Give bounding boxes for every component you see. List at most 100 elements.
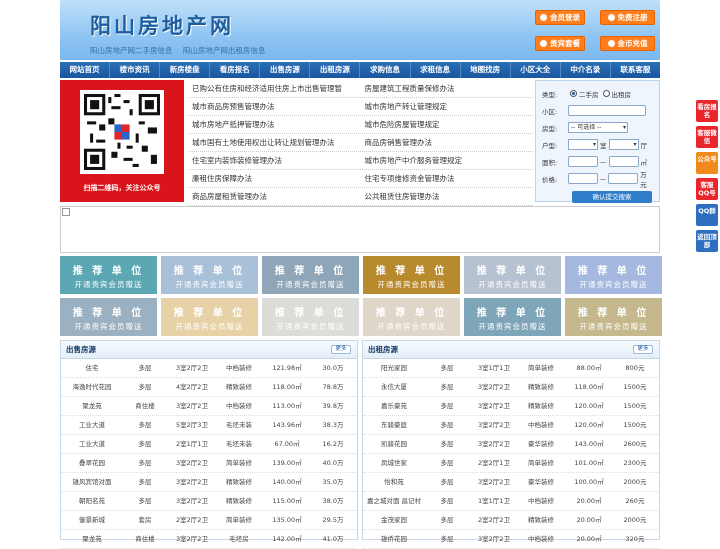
policy-link[interactable]: 城市房地产转让管理规定 xyxy=(361,98,534,115)
listing-row[interactable]: 朝阳名苑 多层 3室2厅2卫 精致装修 115.00㎡ 38.0万 xyxy=(61,492,357,511)
listing-cell[interactable]: 雄风宾馆对面 xyxy=(61,473,123,491)
recommended-unit-slot[interactable]: 推 荐 单 位开通贵宾会员赠送 xyxy=(60,298,157,336)
policy-link[interactable]: 已购公有住房和经济适用住房上市出售管理暂 xyxy=(188,80,361,97)
listing-row[interactable]: 凤城世家 多层 2室2厅1卫 简单装修 101.00㎡ 2300元 xyxy=(363,454,659,473)
member-login-button[interactable]: 会员登录 xyxy=(535,10,585,25)
price-max-input[interactable] xyxy=(608,173,639,184)
listing-cell[interactable]: 工业大道 xyxy=(61,416,123,434)
listing-cell[interactable]: 工业大道 xyxy=(61,435,123,453)
listing-row[interactable]: 御景新城 套房 2室2厅2卫 简单装修 135.00㎡ 29.5万 xyxy=(61,511,357,530)
listing-row[interactable]: 永信大厦 多层 3室2厅2卫 精致装修 118.00㎡ 1500元 xyxy=(363,378,659,397)
policy-link[interactable]: 房屋建筑工程质量保修办法 xyxy=(361,80,534,97)
listing-cell[interactable]: 凯骏花园 xyxy=(363,435,425,453)
listing-cell[interactable]: 聚龙苑 xyxy=(61,530,123,548)
search-submit-button[interactable]: 确认提交搜索 xyxy=(572,191,652,203)
rent-radio[interactable] xyxy=(602,90,610,97)
policy-link[interactable]: 城市房地产中介服务管理规定 xyxy=(361,152,534,169)
price-min-input[interactable] xyxy=(567,173,598,184)
area-min-input[interactable] xyxy=(568,156,598,167)
policy-link[interactable]: 住宅室内装饰装修管理办法 xyxy=(188,152,361,169)
nav-item[interactable]: 出租房源 xyxy=(310,62,361,78)
listing-row[interactable]: 阳光家园 多层 3室1厅1卫 简单装修 88.00㎡ 800元 xyxy=(363,359,659,378)
listing-row[interactable]: 雄风宾馆对面 多层 3室2厅2卫 精致装修 140.00㎡ 35.0万 xyxy=(61,473,357,492)
coin-recharge-button[interactable]: 金币充值 xyxy=(600,36,655,51)
vip-package-button[interactable]: 贵宾套餐 xyxy=(535,36,585,51)
listing-cell[interactable]: 雄侨花园 xyxy=(363,530,425,548)
nav-item[interactable]: 地图找房 xyxy=(461,62,511,78)
listing-cell[interactable]: 叠翠花园 xyxy=(61,454,123,472)
policy-link[interactable]: 城市商品房预售管理办法 xyxy=(188,98,361,115)
listing-cell[interactable]: 东骏豪庭 xyxy=(363,416,425,434)
listing-cell[interactable]: 聚龙苑 xyxy=(61,397,123,415)
listing-row[interactable]: 嘉之城对面 昌记村 多层 1室1厅1卫 中档装修 20.00㎡ 260元 xyxy=(363,492,659,511)
recommended-unit-slot[interactable]: 推 荐 单 位开通贵宾会员赠送 xyxy=(565,256,662,294)
listing-row[interactable]: 怡和苑 多层 3室2厅2卫 豪华装修 100.00㎡ 2000元 xyxy=(363,473,659,492)
side-float-button[interactable]: 返回顶部 xyxy=(696,230,718,252)
listing-row[interactable]: 工业大道 多层 2室1厅1卫 毛坯未装 67.00㎡ 16.2万 xyxy=(61,435,357,454)
listing-cell[interactable]: 金茂家园 xyxy=(363,511,425,529)
area-max-input[interactable] xyxy=(608,156,639,167)
nav-item[interactable]: 小区大全 xyxy=(511,62,561,78)
recommended-unit-slot[interactable]: 推 荐 单 位开通贵宾会员赠送 xyxy=(60,256,157,294)
nav-item[interactable]: 看房报名 xyxy=(210,62,261,78)
listing-cell[interactable]: 住宅 xyxy=(61,359,123,377)
listing-cell[interactable]: 海逸时代花园 xyxy=(61,378,123,396)
listing-cell[interactable]: 嘉之城对面 昌记村 xyxy=(363,492,425,510)
recommended-unit-slot[interactable]: 推 荐 单 位开通贵宾会员赠送 xyxy=(161,298,258,336)
nav-item[interactable]: 联系客服 xyxy=(611,62,660,78)
listing-cell[interactable]: 永信大厦 xyxy=(363,378,425,396)
house-type-select[interactable]: -- 可选择 -- xyxy=(568,122,628,133)
nav-item[interactable]: 新房楼盘 xyxy=(160,62,211,78)
listing-cell[interactable]: 凤城世家 xyxy=(363,454,425,472)
side-float-button[interactable]: 客服微信 xyxy=(696,126,718,148)
hall-select[interactable] xyxy=(608,139,639,150)
recommended-unit-slot[interactable]: 推 荐 单 位开通贵宾会员赠送 xyxy=(363,256,460,294)
recommended-unit-slot[interactable]: 推 荐 单 位开通贵宾会员赠送 xyxy=(161,256,258,294)
listing-row[interactable]: 工业大道 多层 5室2厅3卫 毛坯未装 143.96㎡ 38.3万 xyxy=(61,416,357,435)
policy-link[interactable]: 公共租赁住房管理办法 xyxy=(361,188,534,205)
recommended-unit-slot[interactable]: 推 荐 单 位开通贵宾会员赠送 xyxy=(363,298,460,336)
listing-row[interactable]: 东骏豪庭 多层 3室2厅2卫 中档装修 120.00㎡ 1500元 xyxy=(363,416,659,435)
recommended-unit-slot[interactable]: 推 荐 单 位开通贵宾会员赠送 xyxy=(262,298,359,336)
policy-link[interactable]: 城市国有土地使用权出让转让规划管理办法 xyxy=(188,134,361,151)
policy-link[interactable]: 城市危险房屋管理规定 xyxy=(361,116,534,133)
listing-row[interactable]: 金茂家园 多层 2室2厅2卫 精致装修 20.00㎡ 2000元 xyxy=(363,511,659,530)
listing-row[interactable]: 嘉乐豪苑 多层 3室2厅2卫 精致装修 120.00㎡ 1500元 xyxy=(363,397,659,416)
listing-cell[interactable]: 阳光家园 xyxy=(363,359,425,377)
side-float-button[interactable]: 客服QQ号 xyxy=(696,178,718,200)
sale-info-link[interactable]: 阳山房地产网二手房信息 xyxy=(90,46,173,55)
listing-row[interactable]: 凯骏花园 多层 3室2厅2卫 豪华装修 143.00㎡ 2600元 xyxy=(363,435,659,454)
rent-more-button[interactable]: 更多 xyxy=(633,345,653,354)
listing-cell[interactable]: 嘉乐豪苑 xyxy=(363,397,425,415)
nav-item[interactable]: 求购信息 xyxy=(360,62,411,78)
recommended-unit-slot[interactable]: 推 荐 单 位开通贵宾会员赠送 xyxy=(262,256,359,294)
site-logo[interactable]: 阳山房地产网 xyxy=(90,10,234,40)
sale-more-button[interactable]: 更多 xyxy=(331,345,351,354)
listing-cell[interactable]: 御景新城 xyxy=(61,511,123,529)
policy-link[interactable]: 商品房销售管理办法 xyxy=(361,134,534,151)
listing-row[interactable]: 住宅 多层 3室2厅2卫 中档装修 121.98㎡ 30.0万 xyxy=(61,359,357,378)
side-float-button[interactable]: QQ群 xyxy=(696,204,718,226)
nav-item[interactable]: 网站首页 xyxy=(60,62,111,78)
listing-row[interactable]: 叠翠花园 多层 3室2厅2卫 简单装修 139.00㎡ 40.0万 xyxy=(61,454,357,473)
side-float-button[interactable]: 公众号 xyxy=(696,152,718,174)
listing-cell[interactable]: 朝阳名苑 xyxy=(61,492,123,510)
free-register-button[interactable]: 免费注册 xyxy=(600,10,655,25)
nav-item[interactable]: 求租信息 xyxy=(411,62,461,78)
side-float-button[interactable]: 看房报名 xyxy=(696,100,718,122)
policy-link[interactable]: 商品房屋租赁管理办法 xyxy=(188,188,361,205)
nav-item[interactable]: 出售房源 xyxy=(260,62,311,78)
listing-row[interactable]: 海逸时代花园 多层 4室2厅2卫 精致装修 118.00㎡ 78.8万 xyxy=(61,378,357,397)
listing-cell[interactable]: 怡和苑 xyxy=(363,473,425,491)
nav-item[interactable]: 楼市资讯 xyxy=(110,62,161,78)
room-select[interactable] xyxy=(568,139,598,150)
sale-radio[interactable] xyxy=(570,90,577,97)
recommended-unit-slot[interactable]: 推 荐 单 位开通贵宾会员赠送 xyxy=(464,298,561,336)
ad-banner[interactable] xyxy=(60,206,660,253)
listing-row[interactable]: 聚龙苑 商住楼 3室2厅2卫 中档装修 113.00㎡ 39.8万 xyxy=(61,397,357,416)
nav-item[interactable]: 中介名录 xyxy=(561,62,611,78)
recommended-unit-slot[interactable]: 推 荐 单 位开通贵宾会员赠送 xyxy=(464,256,561,294)
rent-info-link[interactable]: 阳山房地产网出租房信息 xyxy=(183,46,266,55)
policy-link[interactable]: 廉租住房保障办法 xyxy=(188,170,361,187)
policy-link[interactable]: 城市房地产抵押管理办法 xyxy=(188,116,361,133)
